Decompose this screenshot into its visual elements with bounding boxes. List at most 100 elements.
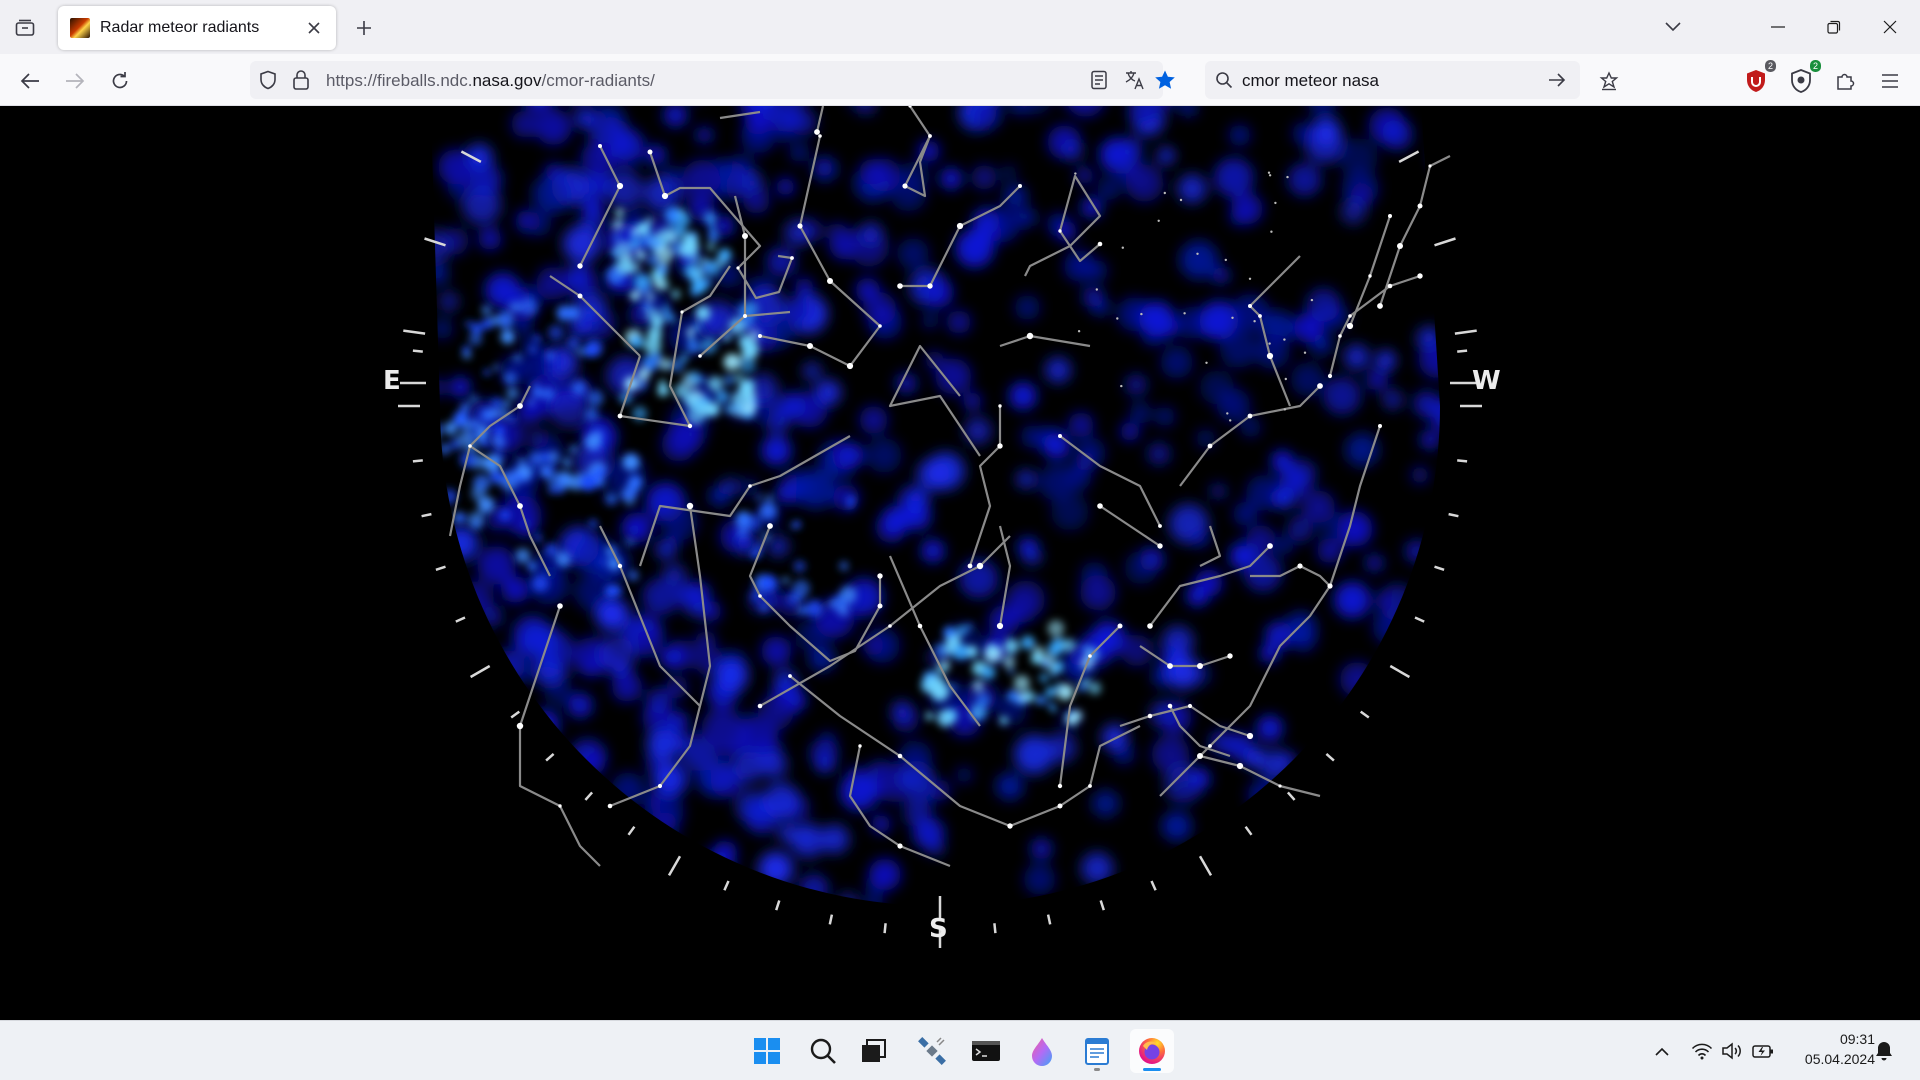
- active-tab[interactable]: Radar meteor radiants: [58, 6, 336, 50]
- density-blob: [897, 238, 929, 270]
- density-blob: [837, 892, 858, 906]
- star-point: [1258, 314, 1262, 318]
- search-icon: [810, 1038, 836, 1064]
- density-blob: [1174, 781, 1198, 804]
- density-hotspot: [847, 496, 855, 505]
- ublock-origin-button[interactable]: 2: [1740, 60, 1776, 97]
- density-hotspot: [660, 358, 672, 370]
- notification-bell-icon[interactable]: [1874, 1040, 1894, 1062]
- star-point: [1197, 753, 1203, 759]
- app-menu-button[interactable]: [1874, 65, 1906, 97]
- start-button[interactable]: [745, 1029, 789, 1073]
- density-hotspot: [626, 538, 634, 546]
- faint-star: [1183, 312, 1186, 315]
- density-hotspot: [683, 264, 697, 278]
- density-hotspot: [612, 585, 623, 596]
- density-blob: [646, 727, 680, 760]
- minor-tick: [1325, 752, 1335, 762]
- shield-extension-button[interactable]: 2: [1785, 60, 1821, 97]
- list-all-tabs-button[interactable]: [1658, 12, 1688, 42]
- translate-icon[interactable]: [1124, 69, 1146, 91]
- satellite-app-button[interactable]: [910, 1029, 954, 1073]
- star-point: [617, 413, 623, 419]
- extensions-button[interactable]: [1829, 65, 1861, 97]
- density-blob: [1376, 350, 1396, 371]
- density-hotspot: [634, 273, 651, 290]
- density-hotspot: [547, 324, 564, 341]
- density-hotspot: [555, 551, 571, 567]
- density-hotspot: [541, 387, 555, 401]
- lock-icon[interactable]: [292, 69, 310, 91]
- faint-star: [1248, 277, 1252, 280]
- task-view-button[interactable]: [852, 1029, 896, 1073]
- density-hotspot: [515, 548, 531, 564]
- pocket-button[interactable]: [1593, 65, 1625, 97]
- bookmark-star-filled-icon[interactable]: [1154, 69, 1176, 91]
- density-blob: [549, 389, 588, 428]
- terminal-button[interactable]: [964, 1029, 1008, 1073]
- density-blob: [1275, 536, 1294, 555]
- search-bar[interactable]: cmor meteor nasa: [1205, 61, 1580, 99]
- density-blob: [763, 782, 800, 820]
- new-tab-button[interactable]: [350, 14, 378, 42]
- density-hotspot: [1007, 667, 1015, 675]
- faint-star: [1077, 330, 1081, 333]
- faint-star: [1270, 230, 1273, 233]
- firefox-view-button[interactable]: [10, 14, 40, 42]
- url-bar[interactable]: https://fireballs.ndc.nasa.gov/cmor-radi…: [250, 61, 1175, 99]
- faint-star: [1074, 172, 1077, 175]
- close-window-button[interactable]: [1870, 10, 1910, 44]
- back-button[interactable]: [14, 65, 46, 97]
- density-hotspot: [544, 543, 558, 557]
- minimize-button[interactable]: [1758, 10, 1798, 44]
- terminal-icon: [972, 1041, 1000, 1061]
- density-blob: [1166, 655, 1200, 690]
- search-input[interactable]: cmor meteor nasa: [1242, 71, 1379, 91]
- url-text[interactable]: https://fireballs.ndc.nasa.gov/cmor-radi…: [326, 71, 655, 91]
- density-hotspot: [759, 502, 777, 520]
- notepad-button[interactable]: [1075, 1029, 1119, 1073]
- density-blob: [525, 347, 557, 379]
- reader-view-icon[interactable]: [1090, 70, 1108, 90]
- search-button[interactable]: [801, 1029, 845, 1073]
- star-point: [657, 783, 663, 789]
- shield-tracking-icon[interactable]: [258, 70, 278, 90]
- reload-button[interactable]: [104, 65, 136, 97]
- volume-icon[interactable]: [1721, 1041, 1743, 1061]
- density-hotspot: [1050, 705, 1057, 713]
- density-blob: [1157, 147, 1175, 164]
- density-blob: [859, 221, 883, 244]
- density-hotspot: [666, 313, 675, 323]
- density-hotspot: [612, 218, 624, 231]
- density-hotspot: [439, 443, 451, 455]
- star-point: [1117, 623, 1123, 629]
- faint-star: [1196, 252, 1199, 255]
- wifi-icon[interactable]: [1691, 1042, 1713, 1060]
- density-blob: [871, 814, 891, 834]
- extension-badge: 2: [1809, 60, 1821, 72]
- density-hotspot: [647, 253, 660, 267]
- faint-star: [1163, 191, 1167, 195]
- density-hotspot: [546, 352, 555, 360]
- density-hotspot: [628, 570, 639, 581]
- forward-button[interactable]: [59, 65, 91, 97]
- shield-extension-icon: [1791, 69, 1811, 93]
- density-blob: [1101, 724, 1128, 751]
- density-blob: [1020, 424, 1044, 448]
- density-hotspot: [700, 264, 710, 274]
- restore-button[interactable]: [1814, 10, 1854, 44]
- paint-drop-app-button[interactable]: [1020, 1029, 1064, 1073]
- density-blob: [1345, 432, 1380, 467]
- star-point: [698, 354, 702, 358]
- density-hotspot: [444, 421, 458, 435]
- star-point: [1378, 424, 1382, 428]
- star-point: [1278, 784, 1282, 788]
- firefox-taskbar-button[interactable]: [1130, 1029, 1174, 1073]
- major-tick: [1454, 329, 1477, 335]
- density-blob: [802, 362, 822, 381]
- density-blob: [1365, 554, 1384, 572]
- show-hidden-icons-button[interactable]: [1650, 1041, 1674, 1061]
- arrow-right-icon[interactable]: [1548, 72, 1566, 88]
- density-blob: [1064, 250, 1096, 282]
- tab-close-button[interactable]: [302, 16, 326, 40]
